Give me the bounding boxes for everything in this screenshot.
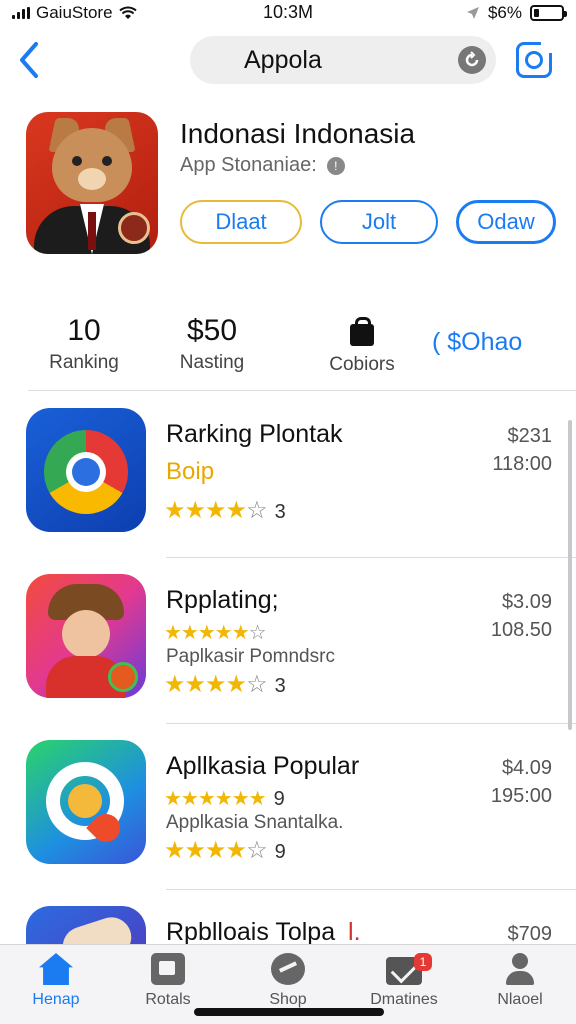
- stat-label: Ranking: [49, 352, 119, 373]
- stars-empty: ☆: [248, 622, 267, 644]
- tab-home[interactable]: Henap: [8, 953, 104, 1009]
- battery-percent: $6%: [487, 3, 522, 22]
- rating-count: 9: [274, 841, 286, 863]
- stat-link[interactable]: ( $Ohao: [432, 328, 552, 357]
- nav-bar: Appola: [0, 34, 576, 86]
- price-bottom: 195:00: [490, 785, 552, 807]
- stat-ranking: 10 Ranking: [44, 314, 124, 374]
- home-icon: [39, 953, 73, 985]
- person-app-icon: [26, 574, 146, 698]
- stat-category: Cobiors: [326, 314, 398, 376]
- item-tag: Boip: [166, 458, 215, 485]
- stars-empty: ☆: [246, 671, 267, 698]
- price-bottom: 118:00: [492, 453, 552, 475]
- tab-rotals[interactable]: Rotals: [120, 953, 216, 1009]
- item-title: Apllkasia Popular: [166, 752, 360, 780]
- share-icon[interactable]: [516, 41, 553, 78]
- list-item[interactable]: Apllkasia Popular ★★★★★★ 9 Applkasia Snan…: [0, 724, 576, 890]
- location-icon: [466, 7, 479, 19]
- tab-label: Rotals: [145, 991, 191, 1008]
- tab-label: Nlaoel: [497, 991, 543, 1008]
- battery-icon: [530, 5, 567, 21]
- item-title: Rpplating;: [166, 586, 279, 614]
- refresh-icon[interactable]: [458, 46, 486, 74]
- stars-filled: ★★★★★: [164, 622, 250, 644]
- rating-count-small: 9: [273, 788, 285, 810]
- stars-empty: ☆: [246, 837, 267, 864]
- info-icon[interactable]: !: [326, 156, 345, 175]
- action-button-1[interactable]: Dlaat: [180, 200, 302, 244]
- star-rating-small: ★★★★★★ 9: [164, 786, 285, 811]
- list-item[interactable]: Rpplating; ★★★★★☆ Paplkasir Pomndsrc ★★★…: [0, 558, 576, 724]
- divider: [28, 390, 576, 391]
- list-item[interactable]: Rarking Plontak Boip ★★★★☆ 3 $231 118:00: [0, 392, 576, 558]
- chrome-icon: [26, 408, 146, 532]
- item-price: $231 118:00: [492, 422, 552, 478]
- tab-dmatines[interactable]: 1 Dmatines: [356, 953, 452, 1009]
- tab-profile[interactable]: Nlaoel: [472, 953, 568, 1009]
- search-field[interactable]: Appola: [190, 36, 496, 84]
- battery-level: [534, 9, 540, 17]
- scrollbar[interactable]: [568, 420, 572, 730]
- photo-icon: [151, 953, 185, 985]
- notification-badge: 1: [414, 953, 432, 971]
- signal-icon: [12, 7, 30, 19]
- item-title: Rarking Plontak: [166, 420, 343, 448]
- stat-label: Nasting: [179, 352, 245, 373]
- featured-app-title: Indonasi Indonasia: [180, 118, 416, 149]
- price-bottom: 108.50: [490, 619, 552, 641]
- price-top: $3.09: [501, 591, 552, 613]
- stars-filled: ★★★★: [164, 497, 247, 524]
- action-button-2[interactable]: Jolt: [320, 200, 438, 244]
- rating-count: 3: [274, 675, 286, 697]
- stat-price: $50 Nasting: [162, 314, 262, 374]
- featured-app: Indonasi Indonasia App Stonaniae: ! Dlaa…: [26, 112, 556, 262]
- stat-label: Cobiors: [329, 354, 395, 375]
- stars-filled: ★★★★★★: [164, 788, 267, 810]
- tab-shop[interactable]: Shop: [240, 953, 336, 1009]
- app-icon-fox[interactable]: [26, 112, 158, 254]
- item-title: Rpblloais Tolpa l.: [166, 918, 361, 947]
- chevron-left-icon[interactable]: [14, 40, 46, 80]
- item-title-mark: l.: [348, 918, 361, 946]
- star-rating-small: ★★★★★☆: [164, 620, 267, 645]
- featured-app-subtitle-text: App Stonaniae:: [180, 154, 317, 176]
- item-subtitle: Paplkasir Pomndsrc: [166, 646, 335, 667]
- item-price: $3.09 108.50: [491, 588, 552, 644]
- featured-app-actions: Dlaat Jolt Odaw: [180, 200, 556, 244]
- tab-label: Henap: [32, 991, 80, 1008]
- stats-row: 10 Ranking $50 Nasting Cobiors ( $Ohao: [0, 314, 576, 386]
- bag-icon: [350, 317, 374, 346]
- carrier-name: GaiuStore: [36, 3, 113, 22]
- stat-value: $50: [186, 314, 238, 347]
- stars-empty: ☆: [246, 497, 267, 524]
- person-icon: [504, 953, 536, 985]
- item-subtitle: Applkasia Snantalka.: [166, 812, 344, 833]
- price-top: $4.09: [501, 757, 552, 779]
- wifi-icon: [118, 6, 137, 19]
- home-indicator[interactable]: [194, 1008, 384, 1016]
- rating-count: 3: [274, 501, 286, 523]
- tab-label: Dmatines: [370, 991, 438, 1008]
- tab-label: Shop: [269, 991, 307, 1008]
- item-price: $4.09 195:00: [491, 754, 552, 810]
- stat-value: 10: [67, 314, 101, 347]
- status-bar: GaiuStore 10:3M $6%: [0, 0, 576, 26]
- featured-app-subtitle: App Stonaniae: !: [180, 154, 345, 177]
- action-button-3[interactable]: Odaw: [456, 200, 556, 244]
- stars-filled: ★★★★: [164, 671, 247, 698]
- search-text: Appola: [244, 45, 322, 74]
- maps-icon: [26, 740, 146, 864]
- item-title-text: Rpblloais Tolpa: [166, 918, 336, 946]
- price-top: $231: [507, 425, 553, 447]
- star-rating: ★★★★☆ 3: [164, 496, 286, 525]
- stars-filled: ★★★★: [164, 837, 247, 864]
- star-rating: ★★★★☆ 3: [164, 670, 286, 699]
- chat-icon: [271, 953, 305, 985]
- star-rating: ★★★★☆ 9: [164, 836, 286, 865]
